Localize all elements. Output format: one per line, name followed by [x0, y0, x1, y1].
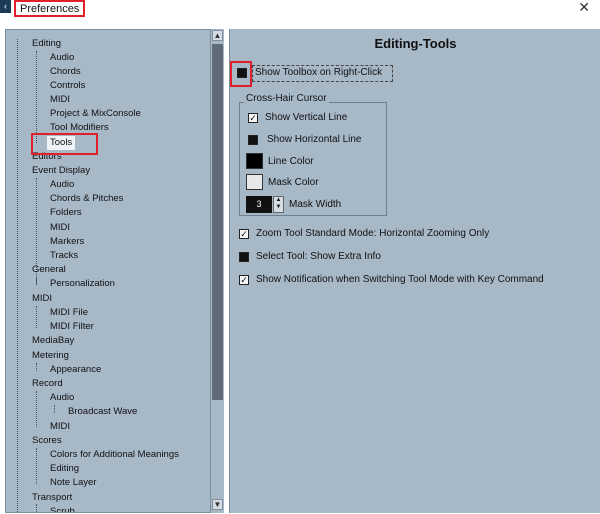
- tree-item-scores[interactable]: Scores: [32, 434, 62, 448]
- tree-item-scores-editing[interactable]: Editing: [50, 462, 79, 476]
- tree-item-tracks[interactable]: Tracks: [50, 249, 78, 263]
- tree-item-project-mixconsole[interactable]: Project & MixConsole: [50, 107, 141, 121]
- show-toolbox-checkbox[interactable]: [237, 68, 247, 78]
- window-title: Preferences: [14, 0, 85, 17]
- select-tool-label[interactable]: Select Tool: Show Extra Info: [256, 251, 381, 263]
- close-icon[interactable]: ✕: [578, 0, 590, 14]
- mask-width-stepper[interactable]: ▲ ▼: [273, 196, 284, 213]
- tree-item-editing[interactable]: Editing: [32, 37, 61, 51]
- show-horizontal-line-label[interactable]: Show Horizontal Line: [267, 134, 362, 146]
- mask-width-input[interactable]: 3: [246, 196, 272, 213]
- tree-item-markers[interactable]: Markers: [50, 235, 84, 249]
- tree-item-midi[interactable]: MIDI: [32, 292, 52, 306]
- tree-item-editing-midi[interactable]: MIDI: [50, 93, 70, 107]
- tree-item-mediabay[interactable]: MediaBay: [32, 334, 74, 348]
- settings-panel: Editing-Tools Show Toolbox on Right-Clic…: [229, 29, 600, 513]
- tree-item-editing-audio[interactable]: Audio: [50, 51, 74, 65]
- tree-item-appearance[interactable]: Appearance: [50, 363, 101, 377]
- show-vertical-line-label[interactable]: Show Vertical Line: [265, 112, 347, 124]
- tools-highlight-box: [31, 133, 98, 155]
- tree-item-chords[interactable]: Chords: [50, 65, 81, 79]
- tree-item-record-audio[interactable]: Audio: [50, 391, 74, 405]
- mask-color-label: Mask Color: [268, 177, 319, 188]
- tree-item-personalization[interactable]: Personalization: [50, 277, 115, 291]
- crosshair-legend: Cross-Hair Cursor: [244, 92, 329, 106]
- tree-item-transport[interactable]: Transport: [32, 491, 72, 505]
- zoom-tool-checkbox[interactable]: ✓: [239, 229, 249, 239]
- tree-item-folders[interactable]: Folders: [50, 206, 82, 220]
- tree-item-colors-additional-meanings[interactable]: Colors for Additional Meanings: [50, 448, 179, 462]
- show-toolbox-label[interactable]: Show Toolbox on Right-Click: [255, 67, 382, 79]
- show-vertical-line-checkbox[interactable]: ✓: [248, 113, 258, 123]
- tree-item-general[interactable]: General: [32, 263, 66, 277]
- scroll-up-icon[interactable]: ▲: [212, 30, 223, 41]
- scroll-down-icon[interactable]: ▼: [212, 499, 223, 510]
- scroll-thumb[interactable]: [212, 44, 223, 400]
- tree-item-chords-pitches[interactable]: Chords & Pitches: [50, 192, 123, 206]
- show-notification-checkbox[interactable]: ✓: [239, 275, 249, 285]
- tree-item-record[interactable]: Record: [32, 377, 63, 391]
- tree-item-controls[interactable]: Controls: [50, 79, 85, 93]
- tree-item-event-display[interactable]: Event Display: [32, 164, 90, 178]
- show-horizontal-line-checkbox[interactable]: [248, 135, 258, 145]
- zoom-tool-label[interactable]: Zoom Tool Standard Mode: Horizontal Zoom…: [256, 228, 489, 240]
- tree-item-broadcast-wave[interactable]: Broadcast Wave: [68, 405, 137, 419]
- tree-scrollbar[interactable]: ▲ ▼: [210, 29, 224, 513]
- tree-item-event-audio[interactable]: Audio: [50, 178, 74, 192]
- tree-item-metering[interactable]: Metering: [32, 349, 69, 363]
- app-icon: ‹: [0, 0, 11, 13]
- title-bar: ‹ Preferences ✕: [0, 0, 600, 20]
- tree-item-record-midi[interactable]: MIDI: [50, 420, 70, 434]
- mask-color-swatch[interactable]: [246, 174, 263, 190]
- page-title: Editing-Tools: [374, 36, 457, 51]
- preferences-tree: Editing Audio Chords Controls MIDI Proje…: [5, 29, 224, 513]
- tree-item-midi-filter[interactable]: MIDI Filter: [50, 320, 94, 334]
- tree-item-midi-file[interactable]: MIDI File: [50, 306, 88, 320]
- tree-item-note-layer[interactable]: Note Layer: [50, 476, 96, 490]
- line-color-swatch[interactable]: [246, 153, 263, 169]
- line-color-label: Line Color: [268, 156, 314, 167]
- mask-width-label: Mask Width: [289, 199, 342, 210]
- select-tool-checkbox[interactable]: [239, 252, 249, 262]
- tree-item-scrub[interactable]: Scrub: [50, 505, 75, 512]
- show-notification-label[interactable]: Show Notification when Switching Tool Mo…: [256, 274, 544, 286]
- tree-item-event-midi[interactable]: MIDI: [50, 221, 70, 235]
